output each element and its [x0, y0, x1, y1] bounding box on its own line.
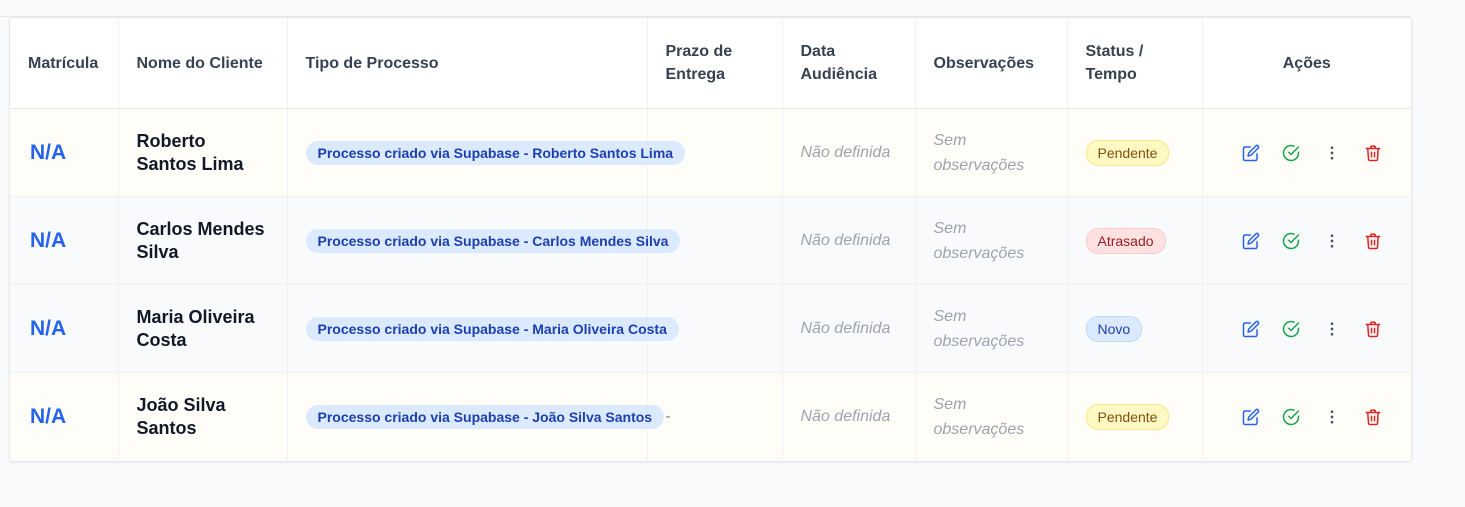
process-type-badge: Processo criado via Supabase - Maria Oli… [305, 316, 679, 341]
status-cell: Novo [1067, 284, 1203, 373]
process-type-cell: Processo criado via Supabase - Roberto S… [287, 108, 686, 197]
trash-icon [1365, 321, 1381, 337]
process-table: Matrícula Nome do Cliente Tipo de Proces… [10, 18, 1411, 460]
complete-button[interactable] [1271, 227, 1312, 255]
header-data-audiencia[interactable]: Data Audiência [782, 18, 916, 109]
table-row[interactable]: N/A João Silva Santos Processo criado vi… [10, 372, 1411, 460]
header-tipo-processo[interactable]: Tipo de Processo [287, 18, 648, 109]
header-nome-cliente[interactable]: Nome do Cliente [118, 18, 288, 109]
process-table-card: Matrícula Nome do Cliente Tipo de Proces… [9, 17, 1412, 462]
actions-cell [1202, 196, 1411, 285]
actions-cell [1202, 108, 1411, 197]
process-type-badge: Processo criado via Supabase - Carlos Me… [305, 228, 681, 253]
check-circle-icon [1283, 232, 1300, 249]
check-circle-icon [1283, 144, 1300, 161]
observations-cell: Sem observações [915, 372, 1068, 460]
process-type-badge: Processo criado via Supabase - João Silv… [305, 404, 665, 429]
header-acoes: Ações [1202, 18, 1411, 109]
header-status-tempo[interactable]: Status / Tempo [1067, 18, 1203, 109]
client-name-cell: Maria Oliveira Costa [118, 284, 288, 373]
hearing-date-cell: Não definida [782, 196, 916, 285]
status-badge: Atrasado [1085, 227, 1166, 254]
table-row[interactable]: N/A Carlos Mendes Silva Processo criado … [10, 196, 1411, 285]
trash-icon [1365, 145, 1381, 161]
process-type-cell: Processo criado via Supabase - Maria Oli… [287, 284, 679, 373]
actions-cell [1202, 284, 1411, 373]
table-row[interactable]: N/A Maria Oliveira Costa Processo criado… [10, 284, 1411, 373]
process-type-badge: Processo criado via Supabase - Roberto S… [305, 140, 686, 165]
complete-button[interactable] [1271, 139, 1312, 167]
more-vertical-icon [1330, 233, 1334, 248]
header-observacoes[interactable]: Observações [915, 18, 1068, 109]
delete-button[interactable] [1352, 315, 1393, 343]
observations-cell: Sem observações [915, 196, 1068, 285]
status-cell: Pendente [1067, 108, 1203, 197]
delete-button[interactable] [1352, 403, 1393, 431]
process-type-cell: Processo criado via Supabase - Carlos Me… [287, 196, 681, 285]
status-badge: Pendente [1085, 403, 1170, 430]
observations-cell: Sem observações [915, 108, 1068, 197]
edit-button[interactable] [1231, 139, 1272, 167]
client-name-cell: Roberto Santos Lima [118, 108, 288, 197]
more-vertical-icon [1330, 409, 1334, 424]
deadline-cell: - [647, 372, 783, 460]
status-cell: Pendente [1067, 372, 1203, 460]
table-row[interactable]: N/A Roberto Santos Lima Processo criado … [10, 108, 1411, 197]
check-circle-icon [1283, 408, 1300, 425]
observations-cell: Sem observações [915, 284, 1068, 373]
actions-cell [1202, 372, 1411, 460]
delete-button[interactable] [1352, 139, 1393, 167]
hearing-date-cell: Não definida [782, 372, 916, 460]
more-options-button[interactable] [1312, 403, 1353, 431]
hearing-date-cell: Não definida [782, 284, 916, 373]
status-badge: Pendente [1085, 139, 1170, 166]
header-matricula[interactable]: Matrícula [10, 18, 119, 109]
more-vertical-icon [1330, 145, 1334, 160]
more-vertical-icon [1330, 321, 1334, 336]
client-name-cell: João Silva Santos [118, 372, 288, 460]
status-badge: Novo [1085, 315, 1143, 342]
matricula-cell: N/A [10, 372, 119, 460]
client-name-cell: Carlos Mendes Silva [118, 196, 288, 285]
edit-icon [1242, 320, 1260, 337]
edit-button[interactable] [1231, 403, 1272, 431]
trash-icon [1365, 233, 1381, 249]
matricula-cell: N/A [10, 108, 119, 197]
trash-icon [1365, 409, 1381, 425]
complete-button[interactable] [1271, 315, 1312, 343]
table-header-row: Matrícula Nome do Cliente Tipo de Proces… [10, 18, 1411, 109]
edit-icon [1242, 144, 1260, 161]
more-options-button[interactable] [1312, 227, 1353, 255]
check-circle-icon [1283, 320, 1300, 337]
status-cell: Atrasado [1067, 196, 1203, 285]
complete-button[interactable] [1271, 403, 1312, 431]
edit-button[interactable] [1231, 315, 1272, 343]
header-prazo-entrega[interactable]: Prazo de Entrega [647, 18, 783, 109]
hearing-date-cell: Não definida [782, 108, 916, 197]
matricula-cell: N/A [10, 196, 119, 285]
table-body: N/A Roberto Santos Lima Processo criado … [10, 108, 1411, 460]
edit-icon [1242, 408, 1260, 425]
process-type-cell: Processo criado via Supabase - João Silv… [287, 372, 665, 460]
more-options-button[interactable] [1312, 139, 1353, 167]
edit-button[interactable] [1231, 227, 1272, 255]
delete-button[interactable] [1352, 227, 1393, 255]
matricula-cell: N/A [10, 284, 119, 373]
edit-icon [1242, 232, 1260, 249]
more-options-button[interactable] [1312, 315, 1353, 343]
